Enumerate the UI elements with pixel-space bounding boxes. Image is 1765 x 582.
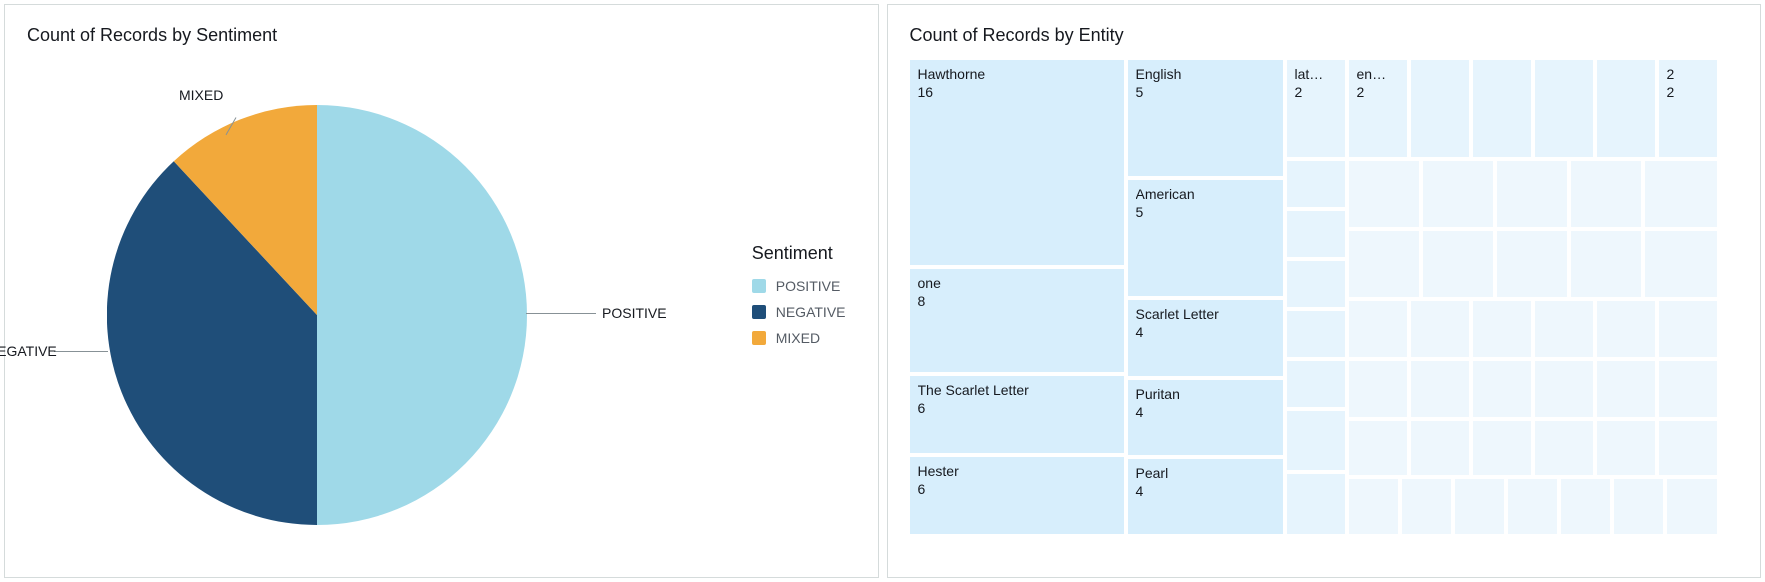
treemap-cell[interactable]: en… 2 (1349, 60, 1407, 157)
treemap-cell[interactable] (1473, 301, 1531, 357)
treemap-cell[interactable] (1349, 301, 1407, 357)
treemap-cell[interactable] (1597, 60, 1655, 157)
treemap-cell[interactable] (1535, 421, 1593, 475)
treemap-cell[interactable] (1659, 421, 1717, 475)
treemap-cell[interactable] (1473, 60, 1531, 157)
treemap-cell[interactable] (1597, 421, 1655, 475)
legend-label: POSITIVE (776, 278, 841, 294)
treemap-cell[interactable]: Hester 6 (910, 457, 1124, 534)
callout-positive: POSITIVE (602, 305, 667, 321)
treemap-cell[interactable] (1349, 421, 1407, 475)
legend-item-negative[interactable]: NEGATIVE (752, 304, 846, 320)
treemap-cell[interactable] (1411, 301, 1469, 357)
treemap-cell[interactable] (1287, 311, 1345, 357)
treemap-chart[interactable]: Hawthorne 16 one 8 The Scarlet Letter 6 … (910, 60, 1739, 557)
treemap-cell[interactable] (1423, 231, 1493, 297)
legend-item-mixed[interactable]: MIXED (752, 330, 846, 346)
treemap-cell[interactable] (1349, 361, 1407, 417)
treemap-cell[interactable] (1645, 161, 1717, 227)
treemap-cell[interactable] (1561, 479, 1610, 534)
sentiment-pie-panel: Count of Records by Sentiment POSITIVE N… (4, 4, 879, 578)
treemap-cell[interactable] (1349, 231, 1419, 297)
treemap-cell[interactable] (1287, 361, 1345, 407)
treemap-cell[interactable] (1508, 479, 1557, 534)
treemap-cell[interactable] (1535, 361, 1593, 417)
treemap-cell[interactable] (1473, 421, 1531, 475)
treemap-cell[interactable] (1571, 231, 1641, 297)
treemap-cell[interactable] (1535, 60, 1593, 157)
treemap-cell[interactable]: 2 2 (1659, 60, 1717, 157)
treemap-cell[interactable] (1614, 479, 1663, 534)
treemap-cell[interactable]: Scarlet Letter 4 (1128, 300, 1283, 376)
legend-item-positive[interactable]: POSITIVE (752, 278, 846, 294)
treemap-cell[interactable] (1645, 231, 1717, 297)
swatch-icon (752, 305, 766, 319)
pie-chart[interactable]: POSITIVE NEGATIVE MIXED (107, 105, 527, 525)
treemap-cell[interactable] (1287, 211, 1345, 257)
swatch-icon (752, 331, 766, 345)
treemap-cell[interactable] (1349, 161, 1419, 227)
legend-title: Sentiment (752, 243, 846, 264)
treemap-cell[interactable] (1287, 411, 1345, 470)
treemap-cell[interactable] (1535, 301, 1593, 357)
treemap-cell[interactable] (1571, 161, 1641, 227)
treemap-cell[interactable] (1667, 479, 1717, 534)
treemap-cell[interactable]: one 8 (910, 269, 1124, 372)
treemap-cell[interactable] (1497, 231, 1567, 297)
swatch-icon (752, 279, 766, 293)
legend-label: NEGATIVE (776, 304, 846, 320)
treemap-cell[interactable]: Hawthorne 16 (910, 60, 1124, 265)
treemap-cell[interactable]: Pearl 4 (1128, 459, 1283, 534)
treemap-cell[interactable] (1597, 361, 1655, 417)
treemap-cell[interactable]: The Scarlet Letter 6 (910, 376, 1124, 453)
treemap-cell[interactable]: lat… 2 (1287, 60, 1345, 157)
callout-negative: NEGATIVE (0, 343, 57, 359)
treemap-cell[interactable] (1411, 60, 1469, 157)
callout-mixed: MIXED (179, 87, 223, 103)
treemap-cell[interactable] (1497, 161, 1567, 227)
treemap-cell[interactable] (1473, 361, 1531, 417)
pie-title: Count of Records by Sentiment (27, 25, 856, 46)
treemap-title: Count of Records by Entity (910, 25, 1739, 46)
treemap-cell[interactable]: Puritan 4 (1128, 380, 1283, 455)
legend-label: MIXED (776, 330, 820, 346)
treemap-cell[interactable] (1597, 301, 1655, 357)
pie-body: POSITIVE NEGATIVE MIXED Sentiment POSITI… (27, 52, 856, 557)
treemap-cell[interactable] (1402, 479, 1451, 534)
treemap-cell[interactable] (1287, 261, 1345, 307)
treemap-cell[interactable]: American 5 (1128, 180, 1283, 296)
treemap-cell[interactable] (1411, 361, 1469, 417)
entity-treemap-panel: Count of Records by Entity Hawthorne 16 … (887, 4, 1762, 578)
treemap-cell[interactable] (1423, 161, 1493, 227)
treemap-cell[interactable] (1455, 479, 1504, 534)
treemap-cell[interactable] (1659, 301, 1717, 357)
treemap-cell[interactable] (1411, 421, 1469, 475)
pie-legend: Sentiment POSITIVE NEGATIVE MIXED (752, 243, 846, 356)
treemap-cell[interactable] (1287, 474, 1345, 534)
treemap-cell[interactable] (1659, 361, 1717, 417)
treemap-cell[interactable]: English 5 (1128, 60, 1283, 176)
treemap-cell[interactable] (1287, 161, 1345, 207)
treemap-cell[interactable] (1349, 479, 1398, 534)
